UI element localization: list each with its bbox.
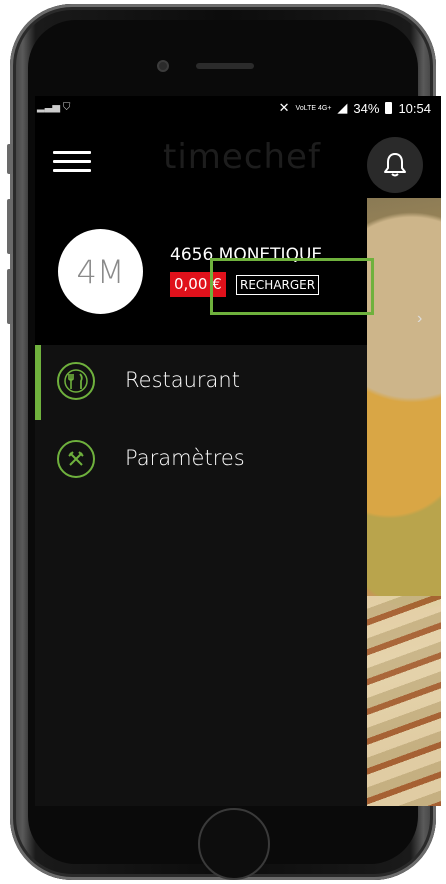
chevron-right-icon[interactable]: › [417, 310, 422, 328]
restaurant-icon [57, 362, 95, 400]
status-right: ✕ VoLTE 4G+ ◢ 34% 10:54 [279, 100, 431, 116]
status-time: 10:54 [398, 100, 431, 116]
app-bar: timechef [35, 123, 441, 198]
volume-down-button [7, 269, 13, 324]
active-indicator [35, 345, 41, 420]
battery-icon [385, 102, 393, 114]
avatar: 4M [58, 229, 143, 314]
balance-badge: 0,00 € [170, 272, 226, 297]
drawer-header: 4M 4656 MONETIQUE 0,00 € RECHARGER [35, 198, 374, 345]
menu-icon[interactable] [53, 151, 91, 173]
shield-icon: ⛉ [62, 102, 71, 113]
bell-icon [384, 153, 406, 177]
network-indicators: VoLTE 4G+ [295, 104, 332, 112]
notifications-button[interactable] [367, 137, 423, 193]
battery-percent: 34% [353, 100, 380, 116]
earpiece-speaker [196, 63, 254, 69]
brand-logo: timechef [163, 137, 321, 177]
recharge-button[interactable]: RECHARGER [236, 275, 320, 295]
front-camera [157, 60, 169, 72]
signal-icon: ▂▃▅ [37, 102, 61, 113]
status-bar: ▂▃▅ ⛉ ✕ VoLTE 4G+ ◢ 34% 10:54 [35, 96, 441, 123]
menu-item-label: Paramètres [125, 446, 245, 470]
mute-icon: ✕ [278, 100, 290, 115]
navigation-drawer: 4M 4656 MONETIQUE 0,00 € RECHARGER Resta… [35, 198, 374, 806]
volume-up-button [7, 199, 13, 254]
cell-signal-icon: ◢ [337, 100, 348, 115]
menu-item-restaurant[interactable]: Restaurant [35, 345, 367, 420]
menu-item-label: Restaurant [125, 368, 240, 392]
tools-icon [57, 440, 95, 478]
screen: ▂▃▅ ⛉ ✕ VoLTE 4G+ ◢ 34% 10:54 timechef › [35, 96, 441, 806]
background-crate-image [367, 596, 441, 806]
account-name: 4656 MONETIQUE [170, 245, 323, 265]
mute-switch [7, 144, 13, 174]
menu-item-parametres[interactable]: Paramètres [35, 423, 367, 498]
status-left-icons: ▂▃▅ ⛉ [37, 102, 70, 113]
home-button[interactable] [198, 808, 270, 880]
